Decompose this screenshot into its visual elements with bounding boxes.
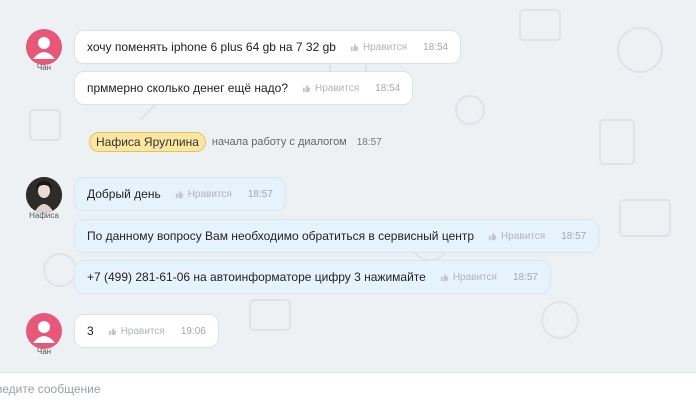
thumbs-up-icon — [488, 232, 497, 240]
message-text: По данному вопросу Вам необходимо обрати… — [87, 229, 475, 243]
system-event-text: начала работу с диалогом — [211, 136, 347, 148]
operator-avatar — [26, 177, 62, 213]
like-label: Нравится — [501, 230, 546, 242]
message-bubble: прммерно сколько денег ещё надо? Нравитс… — [74, 71, 414, 105]
message-bubble: хочу поменять iphone 6 plus 64 gb на 7 3… — [74, 30, 462, 64]
message-bubble: Добрый день Нравится 18:57 — [74, 177, 286, 211]
like-button[interactable]: Нравится — [440, 272, 497, 283]
thumbs-up-icon — [175, 190, 183, 198]
message-time: 19:06 — [180, 325, 206, 337]
thumbs-up-icon — [108, 327, 116, 335]
like-button[interactable]: Нравится — [488, 231, 545, 242]
message-bubble: 3 Нравится 19:06 — [74, 314, 219, 348]
system-event: Нафиса Яруллина начала работу с диалогом… — [89, 132, 382, 152]
message-text: хочу поменять iphone 6 plus 64 gb на 7 3… — [87, 40, 336, 54]
message-time: 18:57 — [247, 188, 273, 200]
message-time: 18:57 — [512, 271, 538, 283]
customer-name-label: Чан — [36, 63, 52, 72]
message-input[interactable] — [0, 378, 680, 400]
user-silhouette-icon — [33, 37, 55, 59]
message-bubble: +7 (499) 281-61-06 на автоинформаторе ци… — [74, 260, 551, 294]
thumbs-up-icon — [302, 84, 311, 92]
operator-name-tag[interactable]: Нафиса Яруллина — [89, 132, 206, 152]
like-label: Нравится — [362, 41, 408, 53]
like-button[interactable]: Нравится — [350, 42, 407, 53]
operator-name-label: Нафиса — [29, 211, 59, 220]
like-label: Нравится — [315, 82, 360, 94]
message-time: 18:54 — [423, 41, 449, 53]
like-button[interactable]: Нравится — [108, 326, 165, 337]
like-label: Нравится — [187, 188, 232, 200]
thumbs-up-icon — [440, 273, 448, 281]
thumbs-up-icon — [350, 43, 359, 51]
message-time: 18:54 — [375, 82, 401, 94]
user-silhouette-icon — [33, 321, 55, 343]
operator-photo — [26, 177, 62, 213]
like-label: Нравится — [120, 325, 165, 337]
customer-avatar — [26, 313, 62, 349]
message-text: +7 (499) 281-61-06 на автоинформаторе ци… — [87, 270, 426, 284]
like-button[interactable]: Нравится — [175, 189, 232, 200]
system-event-time: 18:57 — [356, 136, 382, 148]
message-text: прммерно сколько денег ещё надо? — [87, 81, 288, 95]
customer-avatar — [26, 29, 62, 65]
message-time: 18:57 — [561, 230, 587, 242]
message-text: Добрый день — [87, 187, 161, 201]
message-bubble: По данному вопросу Вам необходимо обрати… — [74, 219, 600, 253]
like-button[interactable]: Нравится — [302, 83, 359, 94]
customer-name-label: Чан — [36, 347, 52, 356]
message-composer — [0, 372, 696, 403]
message-text: 3 — [87, 324, 94, 338]
like-label: Нравится — [452, 271, 497, 283]
chat-history[interactable]: Чан хочу поменять iphone 6 plus 64 gb на… — [0, 0, 696, 372]
